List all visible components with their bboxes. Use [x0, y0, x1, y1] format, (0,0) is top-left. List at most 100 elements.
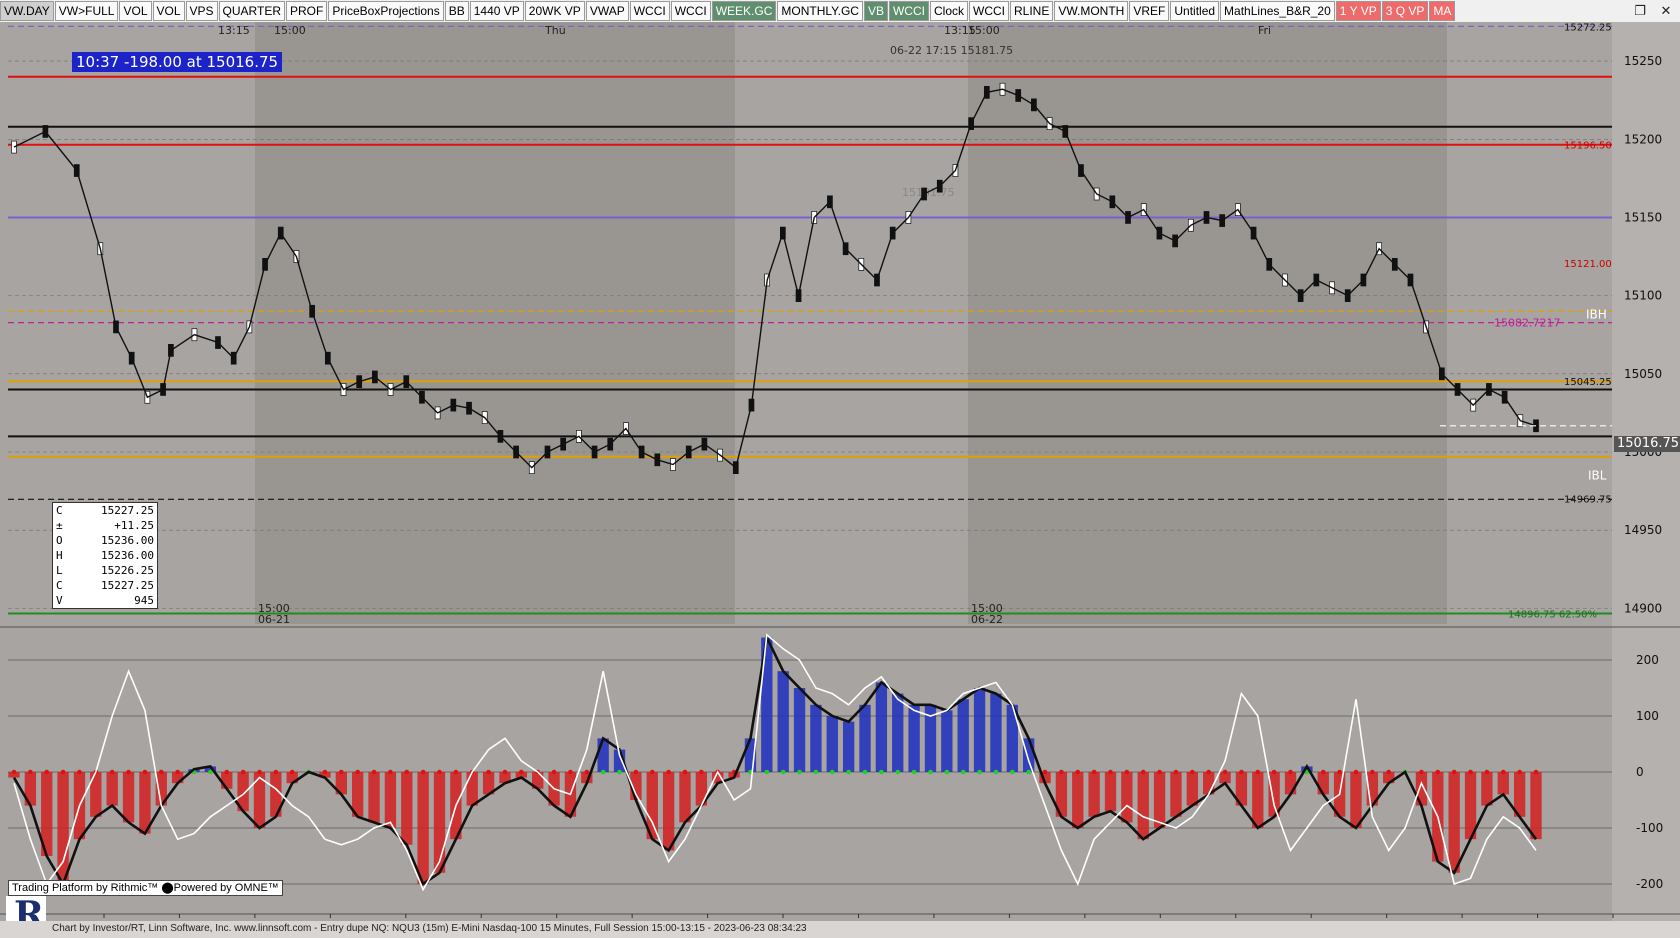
session-top-label: Fri [1258, 24, 1271, 37]
cci-histogram-bar [106, 772, 118, 806]
cci-histogram-bar [793, 688, 806, 772]
cci-zero-dot [1468, 769, 1473, 775]
toolbar-tab-wcci[interactable]: WCCI [629, 1, 670, 21]
toolbar-tab-vps[interactable]: VPS [185, 1, 218, 21]
ohlc-row: L 15226.25 [56, 563, 154, 578]
toolbar-tab-bb[interactable]: BB [444, 1, 469, 21]
cci-zero-dot [339, 769, 344, 775]
toolbar-tab-1440-vp[interactable]: 1440 VP [469, 1, 524, 21]
toolbar-tab-20wk-vp[interactable]: 20WK VP [524, 1, 585, 21]
cci-zero-dot [404, 769, 410, 775]
cci-zero-dot [1190, 769, 1195, 775]
cci-histogram-bar [842, 721, 855, 772]
cci-histogram-bar [892, 693, 904, 772]
cci-zero-dot [1370, 769, 1375, 775]
toolbar-tab-3-q-vp[interactable]: 3 Q VP [1381, 1, 1429, 21]
toolbar-tab-vw-month[interactable]: VW.MONTH [1054, 1, 1129, 21]
toolbar-tab-vref[interactable]: VREF [1129, 1, 1170, 21]
ohlc-key: V [56, 594, 63, 607]
ohlc-value: 15227.25 [101, 579, 154, 592]
cci-zero-dot [502, 769, 508, 775]
footer-caption: Chart by Investor/RT, Linn Software, Inc… [52, 923, 807, 934]
ohlc-value: 15227.25 [101, 504, 154, 517]
toolbar-tab-wcci[interactable]: WCCI [670, 1, 711, 21]
cci-histogram-bar [941, 710, 953, 772]
cci-zero-dot [1075, 769, 1081, 775]
cci-histogram-bar [417, 772, 429, 884]
cci-histogram-bar [1284, 772, 1297, 795]
price-chart[interactable]: 1525015200151501510015050150001495014900… [0, 22, 1680, 921]
cci-histogram-bar [597, 738, 609, 772]
cci-tick-label: -100 [1636, 821, 1663, 835]
cci-tick-label: 100 [1636, 709, 1659, 723]
ohlc-value: 15236.00 [101, 534, 154, 547]
toolbar-tab-vb[interactable]: VB [863, 1, 888, 21]
session-bottom-date: 06-22 [971, 613, 1003, 626]
toolbar-tab-prof[interactable]: PROF [285, 1, 328, 21]
cci-zero-dot [1091, 769, 1097, 775]
ohlc-row: V 945 [56, 593, 154, 608]
ohlc-value: 15226.25 [101, 564, 154, 577]
toolbar-tab-quarter[interactable]: QUARTER [218, 1, 285, 21]
low-price-label: 14969.75 [1564, 494, 1612, 505]
cci-zero-dot [453, 769, 459, 775]
cci-zero-dot [666, 769, 671, 775]
cci-zero-dot [960, 769, 966, 775]
ohlc-row: C 15227.25 [56, 578, 154, 593]
toolbar-tab-mathlines-b-r-20[interactable]: MathLines_B&R_20 [1220, 1, 1335, 21]
toolbar-tab-untitled[interactable]: Untitled [1170, 1, 1220, 21]
ohlc-row: O 15236.00 [56, 533, 154, 548]
toolbar-tab-vw-full[interactable]: VW>FULL [54, 1, 119, 21]
cci-zero-dot [1239, 769, 1244, 775]
cci-zero-dot [388, 769, 393, 775]
cci-histogram-bar [1317, 772, 1329, 795]
ohlc-key: H [56, 549, 63, 562]
toolbar-tab-monthly-gc[interactable]: MONTHLY.GC [777, 1, 863, 21]
cci-zero-dot [126, 769, 131, 775]
cci-zero-dot [928, 769, 933, 775]
toolbar-tab-vwap[interactable]: VWAP [585, 1, 629, 21]
toolbar-tab-vol[interactable]: VOL [152, 1, 185, 21]
cci-histogram-bar [1121, 772, 1133, 823]
cci-zero-dot [568, 769, 573, 775]
cci-histogram-bar [1497, 772, 1509, 795]
cci-zero-dot [862, 769, 868, 775]
cci-histogram-bar [957, 699, 969, 772]
price-tick-label: 14900 [1624, 601, 1662, 615]
cci-zero-dot [1059, 769, 1064, 775]
cci-zero-dot [519, 769, 524, 775]
toolbar-tab-1-y-vp[interactable]: 1 Y VP [1335, 1, 1381, 21]
cci-zero-dot [1533, 769, 1539, 775]
cci-zero-dot [1320, 769, 1326, 775]
toolbar-tab-priceboxprojections[interactable]: PriceBoxProjections [328, 1, 444, 21]
level-price-label: 15121.00 [1564, 259, 1612, 270]
cci-histogram-bar [859, 704, 871, 772]
cci-zero-dot [1271, 769, 1277, 775]
restore-icon[interactable]: ❐ [1630, 1, 1650, 21]
cci-zero-dot [240, 769, 246, 775]
toolbar-tab-rline[interactable]: RLINE [1010, 1, 1054, 21]
ibh-label: IBH [1586, 307, 1607, 321]
cci-zero-dot [1500, 769, 1506, 775]
last-price-tag: 15016.75 [1614, 436, 1680, 452]
cci-zero-dot [1173, 769, 1179, 775]
toolbar-tab-wcci[interactable]: WCCI [888, 1, 929, 21]
cci-histogram-bar [1137, 772, 1149, 840]
toolbar-tab-week-gc[interactable]: WEEK.GC [711, 1, 777, 21]
cci-zero-dot [780, 769, 786, 775]
ohlc-data-window: C 15227.25 ± +11.25 O 15236.00 H 15236.00 L 15226… [52, 502, 158, 609]
toolbar-tab-ma[interactable]: MA [1429, 1, 1456, 21]
cci-zero-dot [600, 769, 606, 775]
toolbar-tab-vw-day[interactable]: VW.DAY [0, 1, 54, 21]
session-top-label: 15:00 [274, 24, 306, 37]
level-price-label: 15196.50 [1564, 141, 1612, 152]
toolbar-tab-vol[interactable]: VOL [119, 1, 152, 21]
cci-histogram-bar [1022, 738, 1035, 772]
toolbar-tab-wcci[interactable]: WCCI [969, 1, 1009, 21]
cci-zero-dot [1108, 769, 1113, 775]
toolbar-tab-clock[interactable]: Clock [929, 1, 968, 21]
session-high-label: 06-22 17:15 15181.75 [890, 44, 1013, 57]
cci-zero-dot [1484, 769, 1490, 775]
close-icon[interactable]: ✕ [1656, 1, 1676, 21]
ohlc-value: +11.25 [114, 519, 154, 532]
